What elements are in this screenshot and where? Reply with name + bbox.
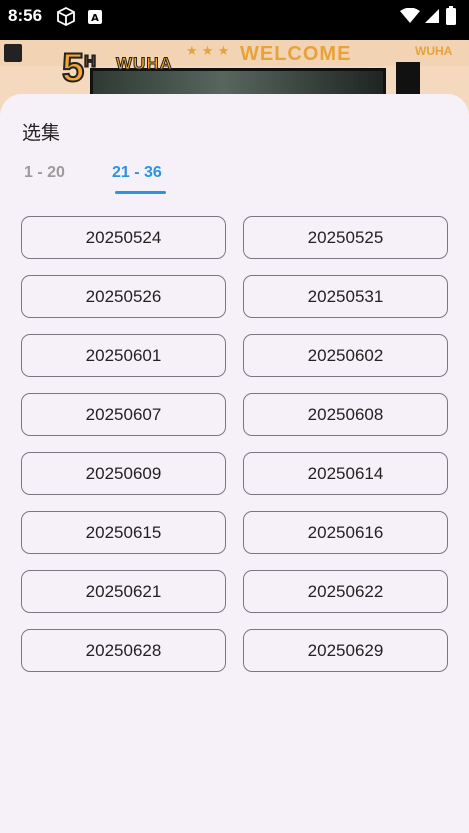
wifi-icon <box>400 7 420 28</box>
episode-button[interactable]: 20250616 <box>243 511 448 554</box>
episode-button[interactable]: 20250615 <box>21 511 226 554</box>
sheet-title: 选集 <box>22 122 61 144</box>
banner-brand-small: WUHA <box>415 44 453 58</box>
banner-stars: ★ ★ ★ <box>186 44 230 59</box>
cube-icon <box>56 6 76 32</box>
svg-text:A: A <box>91 13 99 24</box>
tab-indicator <box>115 191 166 194</box>
episode-button[interactable]: 20250629 <box>243 629 448 672</box>
a-square-icon: A <box>88 9 102 28</box>
banner-badge <box>4 44 22 62</box>
episode-button[interactable]: 20250614 <box>243 452 448 495</box>
episode-button[interactable]: 20250608 <box>243 393 448 436</box>
status-time: 8:56 <box>8 6 43 25</box>
status-bar: 8:56 A <box>0 0 469 40</box>
episode-button[interactable]: 20250607 <box>21 393 226 436</box>
episode-button[interactable]: 20250609 <box>21 452 226 495</box>
episode-button[interactable]: 20250524 <box>21 216 226 259</box>
signal-icon <box>424 8 440 28</box>
episode-button[interactable]: 20250628 <box>21 629 226 672</box>
episode-button[interactable]: 20250525 <box>243 216 448 259</box>
episode-button[interactable]: 20250621 <box>21 570 226 613</box>
episode-button[interactable]: 20250526 <box>21 275 226 318</box>
episode-grid: 20250524 20250525 20250526 20250531 2025… <box>21 216 448 672</box>
tab-range-1-20[interactable]: 1 - 20 <box>24 164 65 182</box>
episode-button[interactable]: 20250622 <box>243 570 448 613</box>
banner-brand: WUHA <box>116 54 173 74</box>
episode-button[interactable]: 20250602 <box>243 334 448 377</box>
episode-sheet: 选集 1 - 20 21 - 36 20250524 20250525 2025… <box>0 94 469 833</box>
banner-welcome: WELCOME <box>240 43 352 65</box>
tab-range-21-36[interactable]: 21 - 36 <box>112 164 162 182</box>
battery-icon <box>446 6 456 29</box>
episode-button[interactable]: 20250601 <box>21 334 226 377</box>
banner-number: 5H <box>61 45 97 91</box>
episode-button[interactable]: 20250531 <box>243 275 448 318</box>
